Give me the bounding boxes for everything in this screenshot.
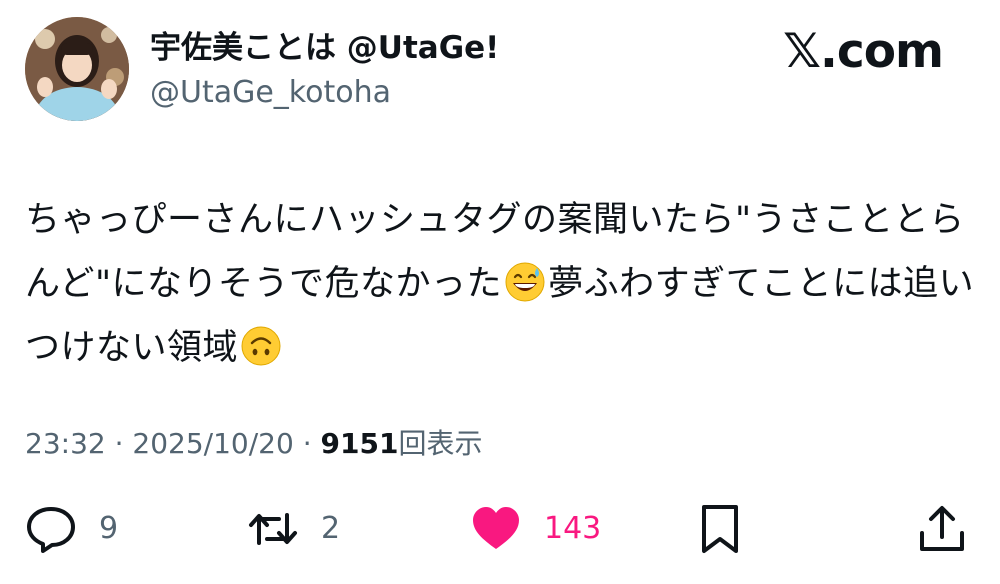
bookmark-icon [702, 505, 738, 553]
reply-count: 9 [99, 511, 119, 546]
user-handle[interactable]: @UtaGe_kotoha [150, 74, 391, 112]
views-count: 9151 [320, 427, 399, 460]
heart-icon [473, 507, 519, 549]
grinning-face-with-sweat-icon [505, 262, 545, 302]
like-button[interactable]: 143 [470, 502, 601, 556]
repost-count: 2 [321, 511, 341, 546]
tweet-card: 宇佐美ことは @UtaGe! @UtaGe_kotoha 𝕏.com ちゃっぴー… [0, 0, 1000, 584]
upside-down-face-icon [241, 326, 281, 366]
meta-separator: · [293, 427, 321, 460]
tweet-meta: 23:32 · 2025/10/20 · 9151回表示 [25, 424, 482, 464]
profile-photo-icon [25, 17, 129, 121]
x-logo-icon: 𝕏 [783, 24, 821, 79]
avatar[interactable] [25, 17, 129, 121]
share-icon [920, 506, 964, 551]
tweet-text: ちゃっぴーさんにハッシュタグの案聞いたら"うさこととらんど"になりそうで危なかっ… [25, 188, 980, 380]
reply-button[interactable]: 9 [25, 502, 118, 556]
repost-button[interactable]: 2 [247, 502, 340, 556]
brand-suffix: .com [820, 24, 944, 79]
reply-icon [27, 507, 75, 553]
x-logo: 𝕏.com [783, 24, 944, 80]
share-button[interactable] [916, 502, 968, 556]
like-count: 143 [544, 511, 602, 546]
bookmark-button[interactable] [694, 502, 746, 556]
display-name[interactable]: 宇佐美ことは @UtaGe! [150, 28, 499, 68]
tweet-date[interactable]: 2025/10/20 [132, 427, 293, 460]
views-label: 回表示 [398, 427, 483, 460]
meta-separator: · [105, 427, 133, 460]
repost-icon [249, 513, 297, 545]
tweet-time[interactable]: 23:32 [25, 427, 106, 460]
